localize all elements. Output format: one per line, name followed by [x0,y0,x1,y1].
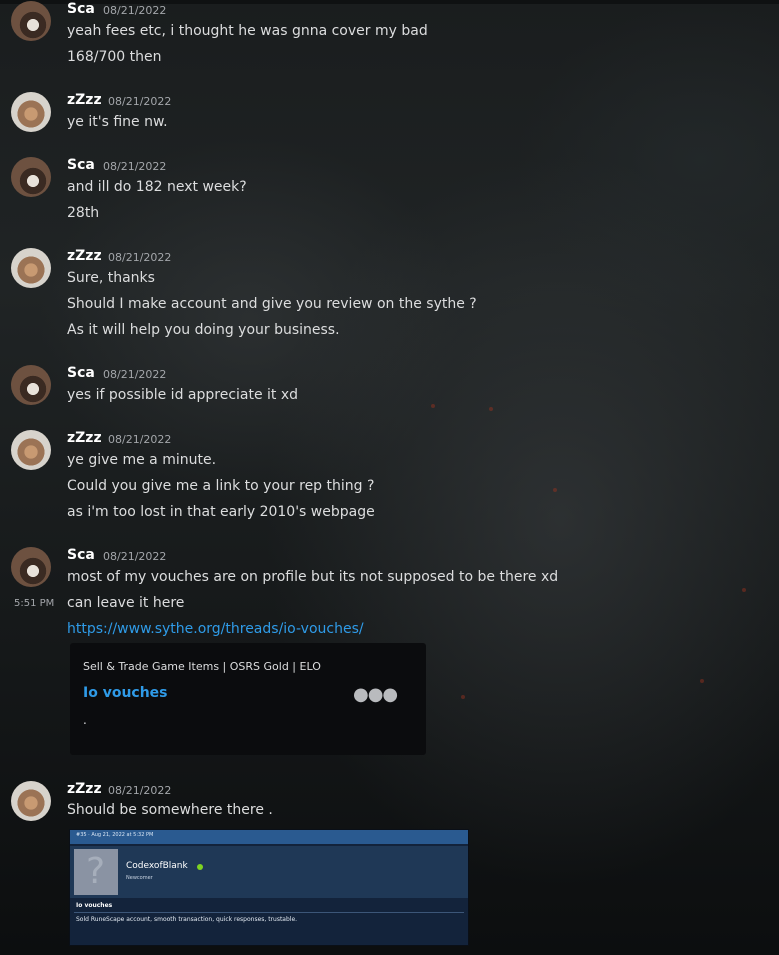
message-timestamp: 08/21/2022 [103,4,167,17]
author-name[interactable]: Sca [67,365,95,381]
image-attachment[interactable]: #35 · Aug 21, 2022 at 5:32 PM CodexofBla… [69,829,469,946]
message-text: can leave it here [67,595,185,611]
message-text: 168/700 then [67,49,162,65]
ellipsis-icon[interactable]: ●●● [353,684,398,705]
post-body: Sold RuneScape account, smooth transacti… [76,916,298,923]
ember-decoration [461,695,465,699]
forum-username: CodexofBlank [126,861,188,871]
message-text: as i'm too lost in that early 2010's web… [67,504,375,520]
author-name[interactable]: zZzz [67,92,102,108]
message-text: yeah fees etc, i thought he was gnna cov… [67,23,428,39]
message-text: Could you give me a link to your rep thi… [67,478,375,494]
ember-decoration [700,679,704,683]
default-avatar-icon [74,849,118,895]
message-text: ye give me a minute. [67,452,217,468]
author-name[interactable]: Sca [67,547,95,563]
message-text: Sure, thanks [67,270,155,286]
embed-description: . [83,713,87,727]
embed-title[interactable]: Io vouches [83,685,168,701]
avatar[interactable] [11,157,51,197]
message-timestamp: 08/21/2022 [108,433,172,446]
message-timestamp: 08/21/2022 [108,95,172,108]
author-name[interactable]: Sca [67,157,95,173]
hover-timestamp: 5:51 PM [14,598,55,609]
message-text: As it will help you doing your business. [67,322,340,338]
ember-decoration [489,407,493,411]
avatar[interactable] [11,92,51,132]
avatar[interactable] [11,248,51,288]
message-timestamp: 08/21/2022 [103,550,167,563]
message-text: 28th [67,205,100,221]
avatar[interactable] [11,1,51,41]
post-header-bar: #35 · Aug 21, 2022 at 5:32 PM [70,830,468,844]
online-status-icon [197,864,203,870]
ember-decoration [553,488,557,492]
author-name[interactable]: zZzz [67,248,102,264]
avatar[interactable] [11,781,51,821]
ember-decoration [431,404,435,408]
message-text: most of my vouches are on profile but it… [67,569,559,585]
divider [74,912,464,913]
message-text: Should I make account and give you revie… [67,296,477,312]
avatar[interactable] [11,547,51,587]
author-name[interactable]: zZzz [67,430,102,446]
message-text: ye it's fine nw. [67,114,168,130]
author-name[interactable]: zZzz [67,781,102,797]
message-link[interactable]: https://www.sythe.org/threads/io-vouches… [67,621,364,637]
ember-decoration [742,588,746,592]
link-embed[interactable]: Sell & Trade Game Items | OSRS Gold | EL… [70,643,426,755]
message-timestamp: 08/21/2022 [103,368,167,381]
user-card [70,846,468,898]
message-timestamp: 08/21/2022 [103,160,167,173]
message-text: Should be somewhere there . [67,802,273,818]
message-timestamp: 08/21/2022 [108,251,172,264]
message-text: and ill do 182 next week? [67,179,247,195]
thread-title: Io vouches [76,902,113,909]
message-timestamp: 08/21/2022 [108,784,172,797]
avatar[interactable] [11,430,51,470]
forum-rank: Newcomer [126,875,153,881]
avatar[interactable] [11,365,51,405]
author-name[interactable]: Sca [67,1,95,17]
message-text: yes if possible id appreciate it xd [67,387,299,403]
embed-provider[interactable]: Sell & Trade Game Items | OSRS Gold | EL… [83,660,321,673]
post-header-text: #35 · Aug 21, 2022 at 5:32 PM [76,832,154,838]
